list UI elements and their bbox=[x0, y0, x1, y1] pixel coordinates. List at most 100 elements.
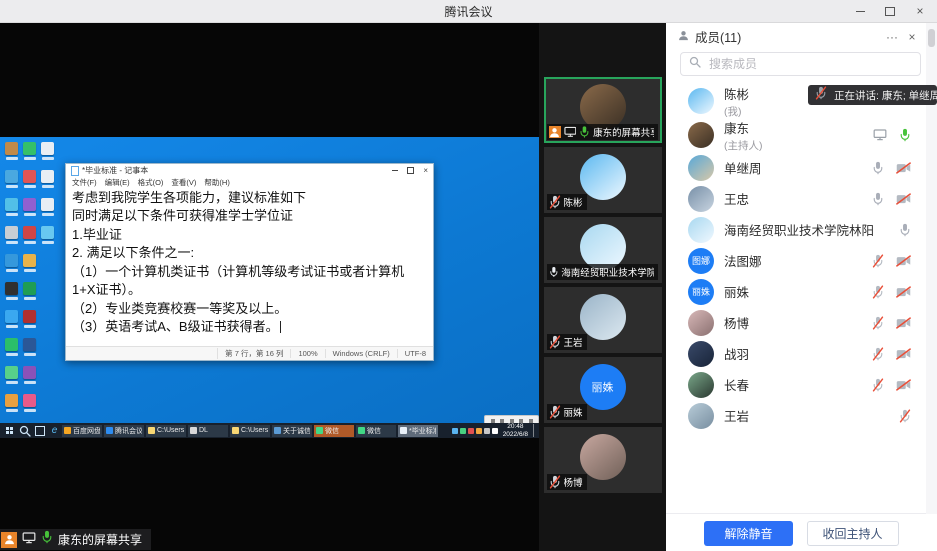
member-status-icons bbox=[873, 128, 911, 142]
taskbar-app-button: DL bbox=[188, 425, 228, 437]
mic-muted-icon bbox=[815, 86, 827, 100]
member-row[interactable]: 王忠 bbox=[688, 183, 937, 214]
video-thumbnail[interactable]: 陈彬 bbox=[544, 147, 662, 213]
mic-muted-icon[interactable] bbox=[899, 409, 911, 423]
member-row[interactable]: 康东 (主持人) bbox=[688, 118, 937, 152]
member-row[interactable]: 长春 bbox=[688, 369, 937, 400]
member-search-input[interactable] bbox=[707, 56, 912, 72]
ie-icon bbox=[4, 254, 19, 272]
mic-muted-icon bbox=[549, 405, 561, 419]
panel-close-icon[interactable]: × bbox=[903, 30, 921, 44]
camera-off-icon[interactable] bbox=[896, 162, 911, 174]
screen-share-icon bbox=[22, 532, 36, 544]
member-info: 杨博 bbox=[724, 313, 749, 332]
camera-off-icon[interactable] bbox=[896, 379, 911, 391]
maximize-button[interactable] bbox=[875, 0, 905, 22]
search-icon bbox=[689, 56, 701, 68]
member-row[interactable]: 图娜 法图娜 bbox=[688, 245, 937, 276]
member-status-icons bbox=[872, 316, 911, 330]
search-icon bbox=[19, 425, 31, 437]
video-thumbnail[interactable]: 丽姝 丽姝 bbox=[544, 357, 662, 423]
person-icon bbox=[549, 127, 560, 138]
mic-muted-icon[interactable] bbox=[872, 285, 884, 299]
screen-share-icon[interactable] bbox=[873, 129, 887, 141]
video-thumbnail[interactable]: 康东的屏幕共享 bbox=[544, 77, 662, 143]
avatar: 图娜 bbox=[688, 248, 714, 274]
notepad-text-line: （1）一个计算机类证书（计算机等级考试证书或者计算机 bbox=[72, 263, 427, 281]
minimize-button[interactable] bbox=[845, 0, 875, 22]
qq-icon bbox=[4, 282, 19, 300]
notepad-menu-item: 编辑(E) bbox=[105, 177, 130, 188]
taskbar-app-label: 腾讯会议 bbox=[115, 426, 142, 436]
mic-icon[interactable] bbox=[872, 192, 884, 206]
mic-muted-icon[interactable] bbox=[872, 378, 884, 392]
files-icon bbox=[22, 254, 37, 272]
member-name: 海南经贸职业技术学院林阳 bbox=[724, 220, 874, 239]
tray-icon bbox=[476, 428, 482, 434]
avatar bbox=[688, 155, 714, 181]
mic-muted-icon[interactable] bbox=[872, 254, 884, 268]
camera-off-icon[interactable] bbox=[896, 317, 911, 329]
camera-off-icon[interactable] bbox=[896, 193, 911, 205]
member-name: 法图娜 bbox=[724, 251, 762, 270]
mic-muted-icon bbox=[815, 86, 827, 105]
scrollbar-thumb[interactable] bbox=[928, 29, 935, 47]
avatar: 丽姝 bbox=[688, 279, 714, 305]
taskbar-app-label: 百度网盘 用户端.. bbox=[73, 426, 100, 436]
unmute-button[interactable]: 解除静音 bbox=[704, 521, 792, 546]
window-controls: × bbox=[845, 0, 935, 22]
notepad-close-icon: × bbox=[423, 166, 428, 175]
member-name: 陈彬 bbox=[724, 84, 749, 103]
avatar bbox=[688, 403, 714, 429]
task-view-icon bbox=[32, 424, 47, 437]
purple-app-icon bbox=[22, 366, 37, 384]
network-icon bbox=[4, 198, 19, 216]
more-options-icon[interactable]: ··· bbox=[883, 30, 901, 44]
mic-muted-icon[interactable] bbox=[872, 316, 884, 330]
member-status-icons bbox=[899, 223, 911, 237]
computer-icon bbox=[4, 170, 19, 188]
member-row[interactable]: 海南经贸职业技术学院林阳 bbox=[688, 214, 937, 245]
notepad-menu-item: 格式(O) bbox=[138, 177, 164, 188]
mic-icon[interactable] bbox=[899, 223, 911, 237]
mic-muted-icon[interactable] bbox=[872, 347, 884, 361]
member-row[interactable]: 战羽 bbox=[688, 338, 937, 369]
member-row[interactable]: 杨博 bbox=[688, 307, 937, 338]
camera-off-icon[interactable] bbox=[896, 348, 911, 360]
avatar bbox=[688, 372, 714, 398]
mic-icon bbox=[549, 265, 559, 279]
wps-icon bbox=[22, 198, 37, 216]
thumbnail-label: 丽姝 bbox=[547, 404, 587, 420]
members-panel-title: 成员(11) bbox=[695, 27, 741, 46]
mic-icon[interactable] bbox=[872, 161, 884, 175]
avatar bbox=[688, 88, 714, 114]
camera-off-icon[interactable] bbox=[896, 255, 911, 267]
member-status-icons bbox=[872, 254, 911, 268]
notepad-text-line: 同时满足以下条件可获得准学士学位证 bbox=[72, 207, 427, 225]
sharing-status-overlay: 康东的屏幕共享 bbox=[0, 529, 151, 550]
member-info: 长春 bbox=[724, 375, 749, 394]
member-status-icons bbox=[899, 409, 911, 423]
reclaim-host-button[interactable]: 收回主持人 bbox=[807, 521, 899, 546]
bird-app-icon bbox=[40, 226, 55, 244]
mic-muted-icon bbox=[549, 475, 561, 489]
member-info: 海南经贸职业技术学院林阳 bbox=[724, 220, 874, 239]
video-thumbnail[interactable]: 海南经贸职业技术学院林阳 bbox=[544, 217, 662, 283]
screen-share-icon bbox=[873, 129, 887, 141]
taskbar-app-label: C:\Users\Adm... bbox=[157, 427, 184, 434]
member-name: 杨博 bbox=[724, 313, 749, 332]
video-thumbnail[interactable]: 杨博 bbox=[544, 427, 662, 493]
tray-icon bbox=[484, 428, 490, 434]
notepad-text-line: 考虑到我院学生各项能力，建议标准如下 bbox=[72, 189, 427, 207]
member-row[interactable]: 王岩 bbox=[688, 400, 937, 431]
member-name: 长春 bbox=[724, 375, 749, 394]
member-status-icons bbox=[872, 192, 911, 206]
member-row[interactable]: 丽姝 丽姝 bbox=[688, 276, 937, 307]
notepad-status-segment: 100% bbox=[290, 349, 324, 358]
mic-on-icon[interactable] bbox=[899, 128, 911, 142]
video-thumbnail[interactable]: 王岩 bbox=[544, 287, 662, 353]
close-button[interactable]: × bbox=[905, 0, 935, 22]
camera-off-icon[interactable] bbox=[896, 286, 911, 298]
member-row[interactable]: 单继周 bbox=[688, 152, 937, 183]
member-info: 法图娜 bbox=[724, 251, 762, 270]
